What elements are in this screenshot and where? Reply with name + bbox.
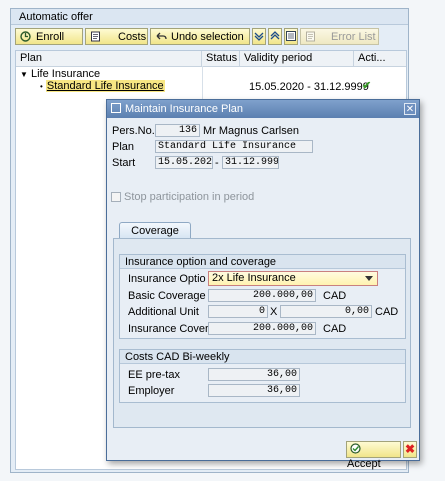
employer-label: Employer [128,385,175,397]
additional-unit-currency: CAD [375,306,399,318]
table-header: Plan Status Validity period Acti... [16,51,406,67]
multiply-sign: X [270,306,278,318]
basic-coverage-field: 200.000,00 [208,289,316,302]
error-list-label: Error List [331,30,376,43]
status-check-icon: ✔ [362,80,372,92]
expand-all-button[interactable] [252,28,266,45]
costs-group: Costs CAD Bi-weekly EE pre-tax 36,00 Emp… [119,349,406,403]
coverage-tab-panel: Insurance option and coverage Insurance … [113,238,411,428]
accept-label: Accept [347,458,381,470]
stop-participation-checkbox[interactable] [111,192,121,202]
column-header-status[interactable]: Status [202,51,240,66]
employer-field: 36,00 [208,384,300,397]
insurance-cover-currency: CAD [323,323,347,335]
insurance-option-value: 2x Life Insurance [212,272,296,284]
dialog-title: Maintain Insurance Plan [125,103,244,115]
plan-link[interactable]: Standard Life Insurance [45,80,165,92]
column-header-action[interactable]: Acti... [354,51,398,66]
error-list-icon [304,31,317,42]
dropdown-arrow-icon [365,276,373,281]
document-icon [89,31,102,42]
person-name: Mr Magnus Carlsen [203,125,299,137]
undo-icon [154,31,167,42]
end-date-field: 31.12.9999 [222,156,279,169]
insurance-option-group: Insurance option and coverage Insurance … [119,254,406,339]
insurance-cover-field: 200.000,00 [208,322,316,335]
tree-node-label: Life Insurance [30,68,101,80]
pers-no-field: 136 [155,124,200,137]
expand-triangle-icon: ▼ [20,70,28,79]
bullet-icon: • [40,82,43,91]
tree-row-standard-life[interactable]: • Standard Life Insurance [40,80,165,93]
close-icon[interactable]: ✕ [404,103,416,115]
group-title-insurance-option: Insurance option and coverage [120,255,405,269]
plan-validity-period: 15.05.2020 - 31.12.9999 [249,81,369,93]
enroll-icon [19,31,32,42]
pers-no-label: Pers.No. [112,125,155,137]
additional-unit-amount-field: 0,00 [280,305,372,318]
dialog-title-bar: Maintain Insurance Plan ✕ [107,100,419,118]
expand-icon [253,31,265,42]
column-header-plan[interactable]: Plan [16,51,202,66]
column-header-validity[interactable]: Validity period [240,51,354,66]
enroll-label: Enroll [36,30,65,43]
panel-title: Automatic offer [11,9,408,25]
additional-unit-label: Additional Unit [128,306,199,318]
list-icon [285,31,297,42]
tab-coverage[interactable]: Coverage [119,222,191,239]
ee-pretax-label: EE pre-tax [128,369,180,381]
ee-pretax-field: 36,00 [208,368,300,381]
window-icon [111,103,121,113]
group-title-costs: Costs CAD Bi-weekly [120,350,405,364]
plan-field: Standard Life Insurance [155,140,313,153]
collapse-all-button[interactable] [268,28,282,45]
date-separator: - [215,157,219,169]
costs-button[interactable]: Costs [85,28,148,45]
accept-button[interactable]: Accept [346,441,401,470]
plan-label: Plan [112,141,135,153]
window-background: Automatic offer Enroll Costs Undo select… [0,0,445,481]
start-label: Start [112,157,136,169]
insurance-cover-label: Insurance Cover [128,323,209,335]
collapse-icon [269,31,281,42]
error-list-button[interactable]: Error List [300,28,379,45]
undo-selection-button[interactable]: Undo selection [150,28,250,45]
insurance-option-label: Insurance Optio [128,273,206,285]
costs-label: Costs [118,30,147,43]
maintain-insurance-dialog: Maintain Insurance Plan ✕ Pers.No. 136 M… [106,99,420,470]
basic-coverage-currency: CAD [323,290,347,302]
additional-unit-count-field: 0 [208,305,268,318]
insurance-option-dropdown[interactable]: 2x Life Insurance [208,271,378,286]
enroll-button[interactable]: Enroll [15,28,83,45]
start-date-field: 15.05.2020 [155,156,213,169]
accept-icon [350,443,362,454]
cancel-icon[interactable]: ✖ [403,441,417,458]
toolbar: Enroll Costs Undo selection Error List [15,28,405,48]
details-button[interactable] [284,28,298,45]
basic-coverage-label: Basic Coverage [128,290,206,302]
undo-selection-label: Undo selection [171,30,244,43]
stop-participation-label: Stop participation in period [124,191,255,203]
